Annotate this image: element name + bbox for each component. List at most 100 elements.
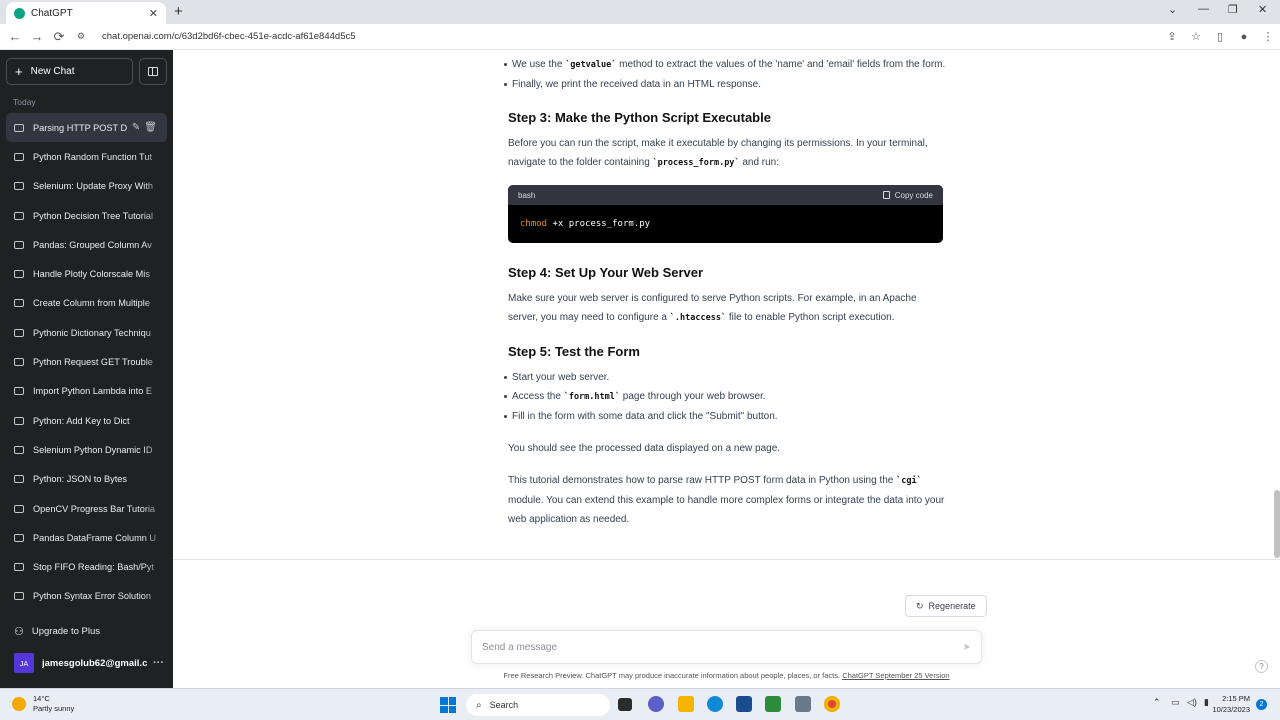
help-icon[interactable]: ?	[1255, 660, 1268, 673]
new-chat-button[interactable]: + New Chat	[6, 58, 133, 85]
notification-badge[interactable]: 2	[1256, 699, 1267, 710]
chat-bubble-icon	[14, 123, 24, 132]
code-keyword: chmod	[520, 219, 548, 229]
sidebar-chat-item[interactable]: Parsing HTTP POST D ✎🗑	[6, 113, 167, 143]
sidebar-chat-item[interactable]: Python Syntax Error Solution	[6, 581, 167, 612]
code-content[interactable]: chmod +x process_form.py	[508, 205, 943, 243]
back-button[interactable]: ←	[4, 29, 26, 44]
copy-code-label: Copy code	[894, 190, 933, 200]
start-button[interactable]	[440, 697, 456, 713]
sidebar-chat-item[interactable]: Python: Add Key to Dict	[6, 405, 167, 436]
sidebar-chat-item[interactable]: Python Request GET Trouble	[6, 347, 167, 377]
chat-title: Create Column from Multiple	[33, 298, 150, 309]
chat-bubble-icon	[14, 299, 24, 308]
address-bar: ← → ⟳ ⚙ chat.openai.com/c/63d2bd6f-cbec-…	[0, 24, 1280, 50]
text: page through your web browser.	[620, 391, 766, 402]
edge-browser-icon[interactable]	[707, 696, 723, 712]
tab-search-icon[interactable]: ⌄	[1168, 3, 1177, 16]
excel-icon[interactable]	[765, 696, 781, 712]
window-close-button[interactable]: ✕	[1258, 3, 1267, 16]
message-composer: ➤	[471, 630, 982, 664]
text-fade	[143, 200, 167, 231]
task-view-icon[interactable]	[618, 698, 632, 711]
copy-code-button[interactable]: Copy code	[882, 186, 933, 205]
scrollbar[interactable]	[1274, 490, 1280, 558]
upgrade-label: Upgrade to Plus	[31, 626, 100, 637]
user-email: jamesgolub62@gmail.c	[42, 657, 148, 669]
windows-logo-icon	[440, 697, 448, 705]
browser-tab[interactable]: ChatGPT ✕	[6, 2, 166, 24]
sidebar-chat-item[interactable]: Selenium: Update Proxy With	[6, 171, 167, 201]
new-tab-button[interactable]: +	[174, 3, 183, 20]
file-explorer-icon[interactable]	[678, 696, 694, 712]
sidebar-chat-item[interactable]: Stop FIFO Reading: Bash/Pyt	[6, 552, 167, 582]
send-icon[interactable]: ➤	[963, 642, 971, 653]
sidebar-chat-item[interactable]: Pythonic Dictionary Techniqu	[6, 318, 167, 348]
tray-chevron-icon[interactable]: ⌃	[1153, 697, 1161, 708]
sidebar: + New Chat Today Parsing HTTP POST D ✎🗑 Py…	[0, 50, 173, 688]
chat-bubble-icon	[14, 416, 24, 425]
site-info-icon[interactable]: ⚙	[70, 31, 92, 42]
chat-bubble-icon	[14, 240, 24, 249]
share-icon[interactable]: ⇪	[1160, 30, 1184, 43]
sidebar-chat-item[interactable]: Pandas DataFrame Column U	[6, 523, 167, 553]
reload-button[interactable]: ⟳	[48, 29, 70, 45]
list-item: Access the `form.html` page through your…	[504, 387, 948, 407]
edit-delete-icons[interactable]: ✎🗑	[132, 122, 161, 133]
windows-logo-icon	[448, 705, 456, 713]
tab-close-icon[interactable]: ✕	[149, 7, 158, 20]
volume-icon[interactable]: ◁)	[1187, 697, 1197, 708]
message-input[interactable]	[482, 641, 963, 653]
chat-bubble-icon	[14, 152, 24, 161]
list-item: Finally, we print the received data in a…	[504, 75, 948, 94]
search-icon: ⌕	[476, 699, 482, 711]
taskbar-search[interactable]: ⌕ Search	[466, 694, 610, 716]
result-paragraph: You should see the processed data displa…	[508, 443, 781, 454]
sidebar-chat-item[interactable]: Selenium Python Dynamic ID	[6, 435, 167, 465]
step3-heading: Step 3: Make the Python Script Executabl…	[508, 110, 771, 125]
chat-title: Pandas DataFrame Column U	[33, 532, 157, 543]
text-fade	[143, 318, 167, 348]
text: and run:	[739, 157, 780, 168]
browser-menu-icon[interactable]: ⋮	[1256, 30, 1280, 43]
text-fade	[143, 376, 167, 406]
sidebar-chat-item[interactable]: Pandas: Grouped Column Av	[6, 230, 167, 260]
more-options-icon[interactable]: ···	[153, 657, 164, 669]
chat-title: Python: Add Key to Dict	[33, 415, 130, 426]
sidebar-chat-item[interactable]: Handle Plotly Colorscale Mis	[6, 259, 167, 289]
divider	[173, 559, 1280, 560]
sidebar-chat-item[interactable]: Python: JSON to Bytes	[6, 464, 167, 494]
text-fade	[143, 171, 167, 201]
maximize-button[interactable]: ❐	[1228, 3, 1238, 16]
store-icon[interactable]	[736, 696, 752, 712]
sidebar-toggle-icon	[148, 67, 158, 76]
chat-bubble-icon	[14, 533, 24, 542]
text-fade	[143, 142, 167, 172]
clock[interactable]: 2:15 PM 10/23/2023	[1200, 693, 1250, 715]
weather-widget[interactable]: 14°C Partly sunny	[12, 694, 74, 714]
sidebar-chat-item[interactable]: Python Decision Tree Tutorial	[6, 200, 167, 231]
sidebar-chat-item[interactable]: Create Column from Multiple	[6, 288, 167, 319]
toggle-sidebar-button[interactable]	[139, 58, 167, 85]
profile-icon[interactable]: ●	[1232, 31, 1256, 43]
bookmark-star-icon[interactable]: ☆	[1184, 30, 1208, 43]
regenerate-label: Regenerate	[928, 601, 976, 611]
url-field[interactable]: chat.openai.com/c/63d2bd6f-cbec-451e-acd…	[102, 31, 1160, 42]
chrome-icon[interactable]	[824, 696, 840, 712]
upgrade-to-plus-button[interactable]: ⚇ Upgrade to Plus	[14, 625, 100, 638]
sidebar-chat-item[interactable]: Import Python Lambda into E	[6, 376, 167, 406]
network-icon[interactable]: ▭	[1171, 697, 1180, 708]
sidebar-chat-item[interactable]: Python Random Function Tut	[6, 142, 167, 172]
sidebar-chat-item[interactable]: OpenCV Progress Bar Tutoria	[6, 493, 167, 524]
side-panel-icon[interactable]: ▯	[1208, 30, 1232, 43]
chat-bubble-icon	[14, 270, 24, 279]
text-fade	[143, 288, 167, 319]
teams-chat-icon[interactable]	[648, 696, 664, 712]
regenerate-button[interactable]: ↻ Regenerate	[905, 595, 987, 617]
minimize-button[interactable]: —	[1198, 3, 1209, 15]
forward-button[interactable]: →	[26, 29, 48, 44]
version-link[interactable]: ChatGPT September 25 Version	[842, 671, 949, 680]
network-app-icon[interactable]	[795, 696, 811, 712]
text: Access the	[512, 391, 564, 402]
user-menu[interactable]: JA jamesgolub62@gmail.c ···	[14, 653, 164, 673]
